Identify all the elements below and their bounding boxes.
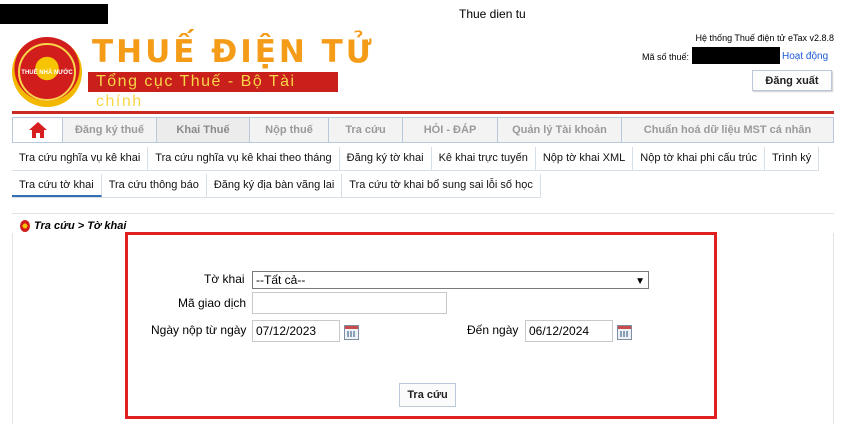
main-nav: Đăng ký thuế Khai Thuế Nộp thuế Tra cứu … (12, 117, 834, 143)
nav-home[interactable] (13, 118, 63, 142)
highlight-box (125, 232, 717, 419)
nav-dang-ky-thue[interactable]: Đăng ký thuế (63, 118, 157, 142)
emblem-text: THUẾ NHÀ NƯỚC (21, 70, 73, 76)
subnav-nop-to-khai-xml[interactable]: Nộp tờ khai XML (536, 147, 634, 170)
logout-button[interactable]: Đăng xuất (752, 70, 832, 91)
subnav-tra-cuu-nghia-vu[interactable]: Tra cứu nghĩa vụ kê khai (12, 147, 149, 170)
header-divider (12, 111, 834, 114)
breadcrumb-text: Tra cứu > Tờ khai (34, 220, 127, 232)
nav-hoi-dap[interactable]: HỎI - ĐÁP (403, 118, 498, 142)
brand-name: THUẾ ĐIỆN TỬ (92, 34, 375, 70)
subnav-tra-cuu-to-khai-bo-sung[interactable]: Tra cứu tờ khai bổ sung sai lỗi số học (342, 174, 541, 197)
sub-nav-secondary: Tra cứu tờ khai Tra cứu thông báo Đăng k… (12, 174, 541, 198)
brand-subtitle: Tổng cục Thuế - Bộ Tài chính (88, 72, 338, 110)
subnav-dang-ky-to-khai[interactable]: Đăng ký tờ khai (340, 147, 432, 170)
tax-code-label: Mã số thuế: (642, 52, 690, 62)
tax-emblem-icon: THUẾ NHÀ NƯỚC (12, 37, 82, 107)
subnav-dang-ky-dia-ban[interactable]: Đăng ký địa bàn vãng lai (207, 174, 343, 197)
subnav-ke-khai-truc-tuyen[interactable]: Kê khai trực tuyến (432, 147, 536, 170)
sub-nav-primary: Tra cứu nghĩa vụ kê khai Tra cứu nghĩa v… (12, 147, 820, 171)
home-icon (28, 122, 47, 138)
page-title: Thue dien tu (459, 7, 526, 21)
subnav-nop-to-khai-phi-cau-truc[interactable]: Nộp tờ khai phi cấu trúc (633, 147, 765, 170)
breadcrumb-divider (12, 213, 834, 214)
redacted-tax-code (692, 47, 780, 64)
redacted-block-top-left (0, 4, 108, 24)
nav-tra-cuu[interactable]: Tra cứu (329, 118, 403, 142)
subnav-trinh-ky[interactable]: Trình ký (765, 147, 820, 170)
subnav-tra-cuu-thong-bao[interactable]: Tra cứu thông báo (102, 174, 207, 197)
status-link[interactable]: Hoạt động (782, 51, 828, 62)
subnav-tra-cuu-nghia-vu-thang[interactable]: Tra cứu nghĩa vụ kê khai theo tháng (148, 147, 340, 170)
nav-khai-thue[interactable]: Khai Thuế (157, 118, 250, 142)
nav-chuan-hoa-mst[interactable]: Chuẩn hoá dữ liệu MST cá nhân (622, 118, 833, 142)
emblem-small-icon (20, 220, 30, 232)
nav-nop-thue[interactable]: Nộp thuế (250, 118, 329, 142)
subnav-tra-cuu-to-khai[interactable]: Tra cứu tờ khai (12, 174, 102, 197)
breadcrumb: Tra cứu > Tờ khai (20, 220, 126, 232)
nav-quan-ly-tai-khoan[interactable]: Quản lý Tài khoản (498, 118, 622, 142)
system-version: Hệ thống Thuế điện tử eTax v2.8.8 (695, 33, 834, 43)
